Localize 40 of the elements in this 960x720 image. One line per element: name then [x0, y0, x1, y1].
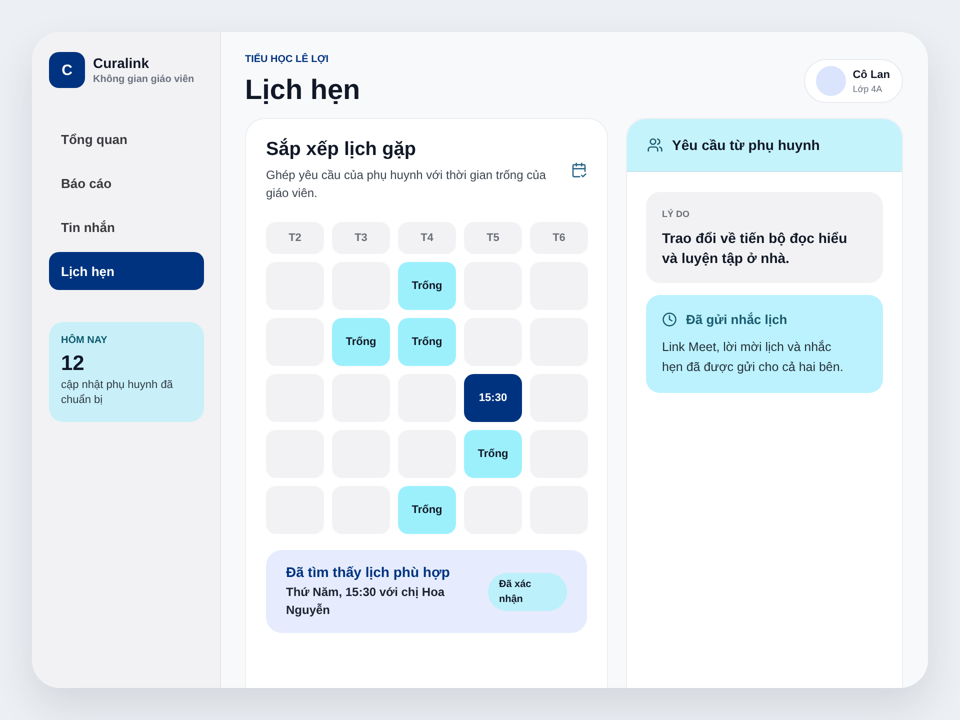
school-name: TIỂU HỌC LÊ LỢI [245, 54, 330, 65]
brand-subtitle: Không gian giáo viên [93, 74, 194, 85]
avatar-icon [816, 66, 846, 96]
page-title: Lịch hẹn [245, 73, 360, 107]
day-header: T6 [530, 222, 588, 254]
booked-slot[interactable]: 15:30 [464, 374, 522, 422]
day-header: T2 [266, 222, 324, 254]
profile-name: Cô Lan [852, 68, 890, 80]
clock-icon [662, 312, 677, 327]
scheduler-subtitle: Ghép yêu cầu của phụ huynh với thời gian trống của giáo viên. [266, 167, 547, 202]
match-title: Đã tìm thấy lịch phù hợp [286, 564, 451, 580]
free-slot[interactable]: Trống [332, 318, 390, 366]
match-details: Thứ Năm, 15:30 với chị Hoa Nguyễn [286, 584, 446, 619]
sidebar-item[interactable]: Báo cáo [49, 164, 204, 202]
logo-icon: C [49, 52, 85, 88]
day-header: T4 [398, 222, 456, 254]
day-header: T3 [332, 222, 390, 254]
request-panel-title: Yêu cầu từ phụ huynh [672, 137, 820, 153]
calendar-icon [571, 162, 587, 178]
scheduler-title: Sắp xếp lịch gặp [266, 139, 417, 161]
reason-label: LÝ DO [662, 209, 691, 219]
brand-name: Curalink [93, 55, 150, 71]
reminder-text: Link Meet, lời mời lịch và nhắc hẹn đã được gửi cho cả hai bên. [662, 339, 844, 376]
free-slot[interactable]: Trống [464, 430, 522, 478]
reminder-title: Đã gửi nhắc lịch [686, 312, 788, 327]
today-count: 12 [61, 352, 86, 376]
reason-text: Trao đổi về tiến bộ đọc hiểu và luyện tập ở nhà. [662, 229, 848, 268]
day-header: T5 [464, 222, 522, 254]
profile-class: Lớp 4A [852, 84, 884, 94]
users-icon [647, 137, 663, 153]
sidebar-item[interactable]: Tin nhắn [49, 208, 204, 246]
free-slot[interactable]: Trống [398, 262, 456, 310]
today-label: HÔM NAY [61, 335, 108, 346]
status-badge: Đã xác nhận [488, 572, 567, 610]
free-slot[interactable]: Trống [398, 486, 456, 534]
today-text: cập nhật phụ huynh đã chuẩn bị [61, 378, 174, 408]
free-slot[interactable]: Trống [398, 318, 456, 366]
sidebar-item[interactable]: Tổng quan [49, 120, 204, 158]
profile-chip[interactable]: Cô Lan Lớp 4A [804, 59, 903, 103]
sidebar-item[interactable]: Lịch hẹn [49, 252, 204, 290]
